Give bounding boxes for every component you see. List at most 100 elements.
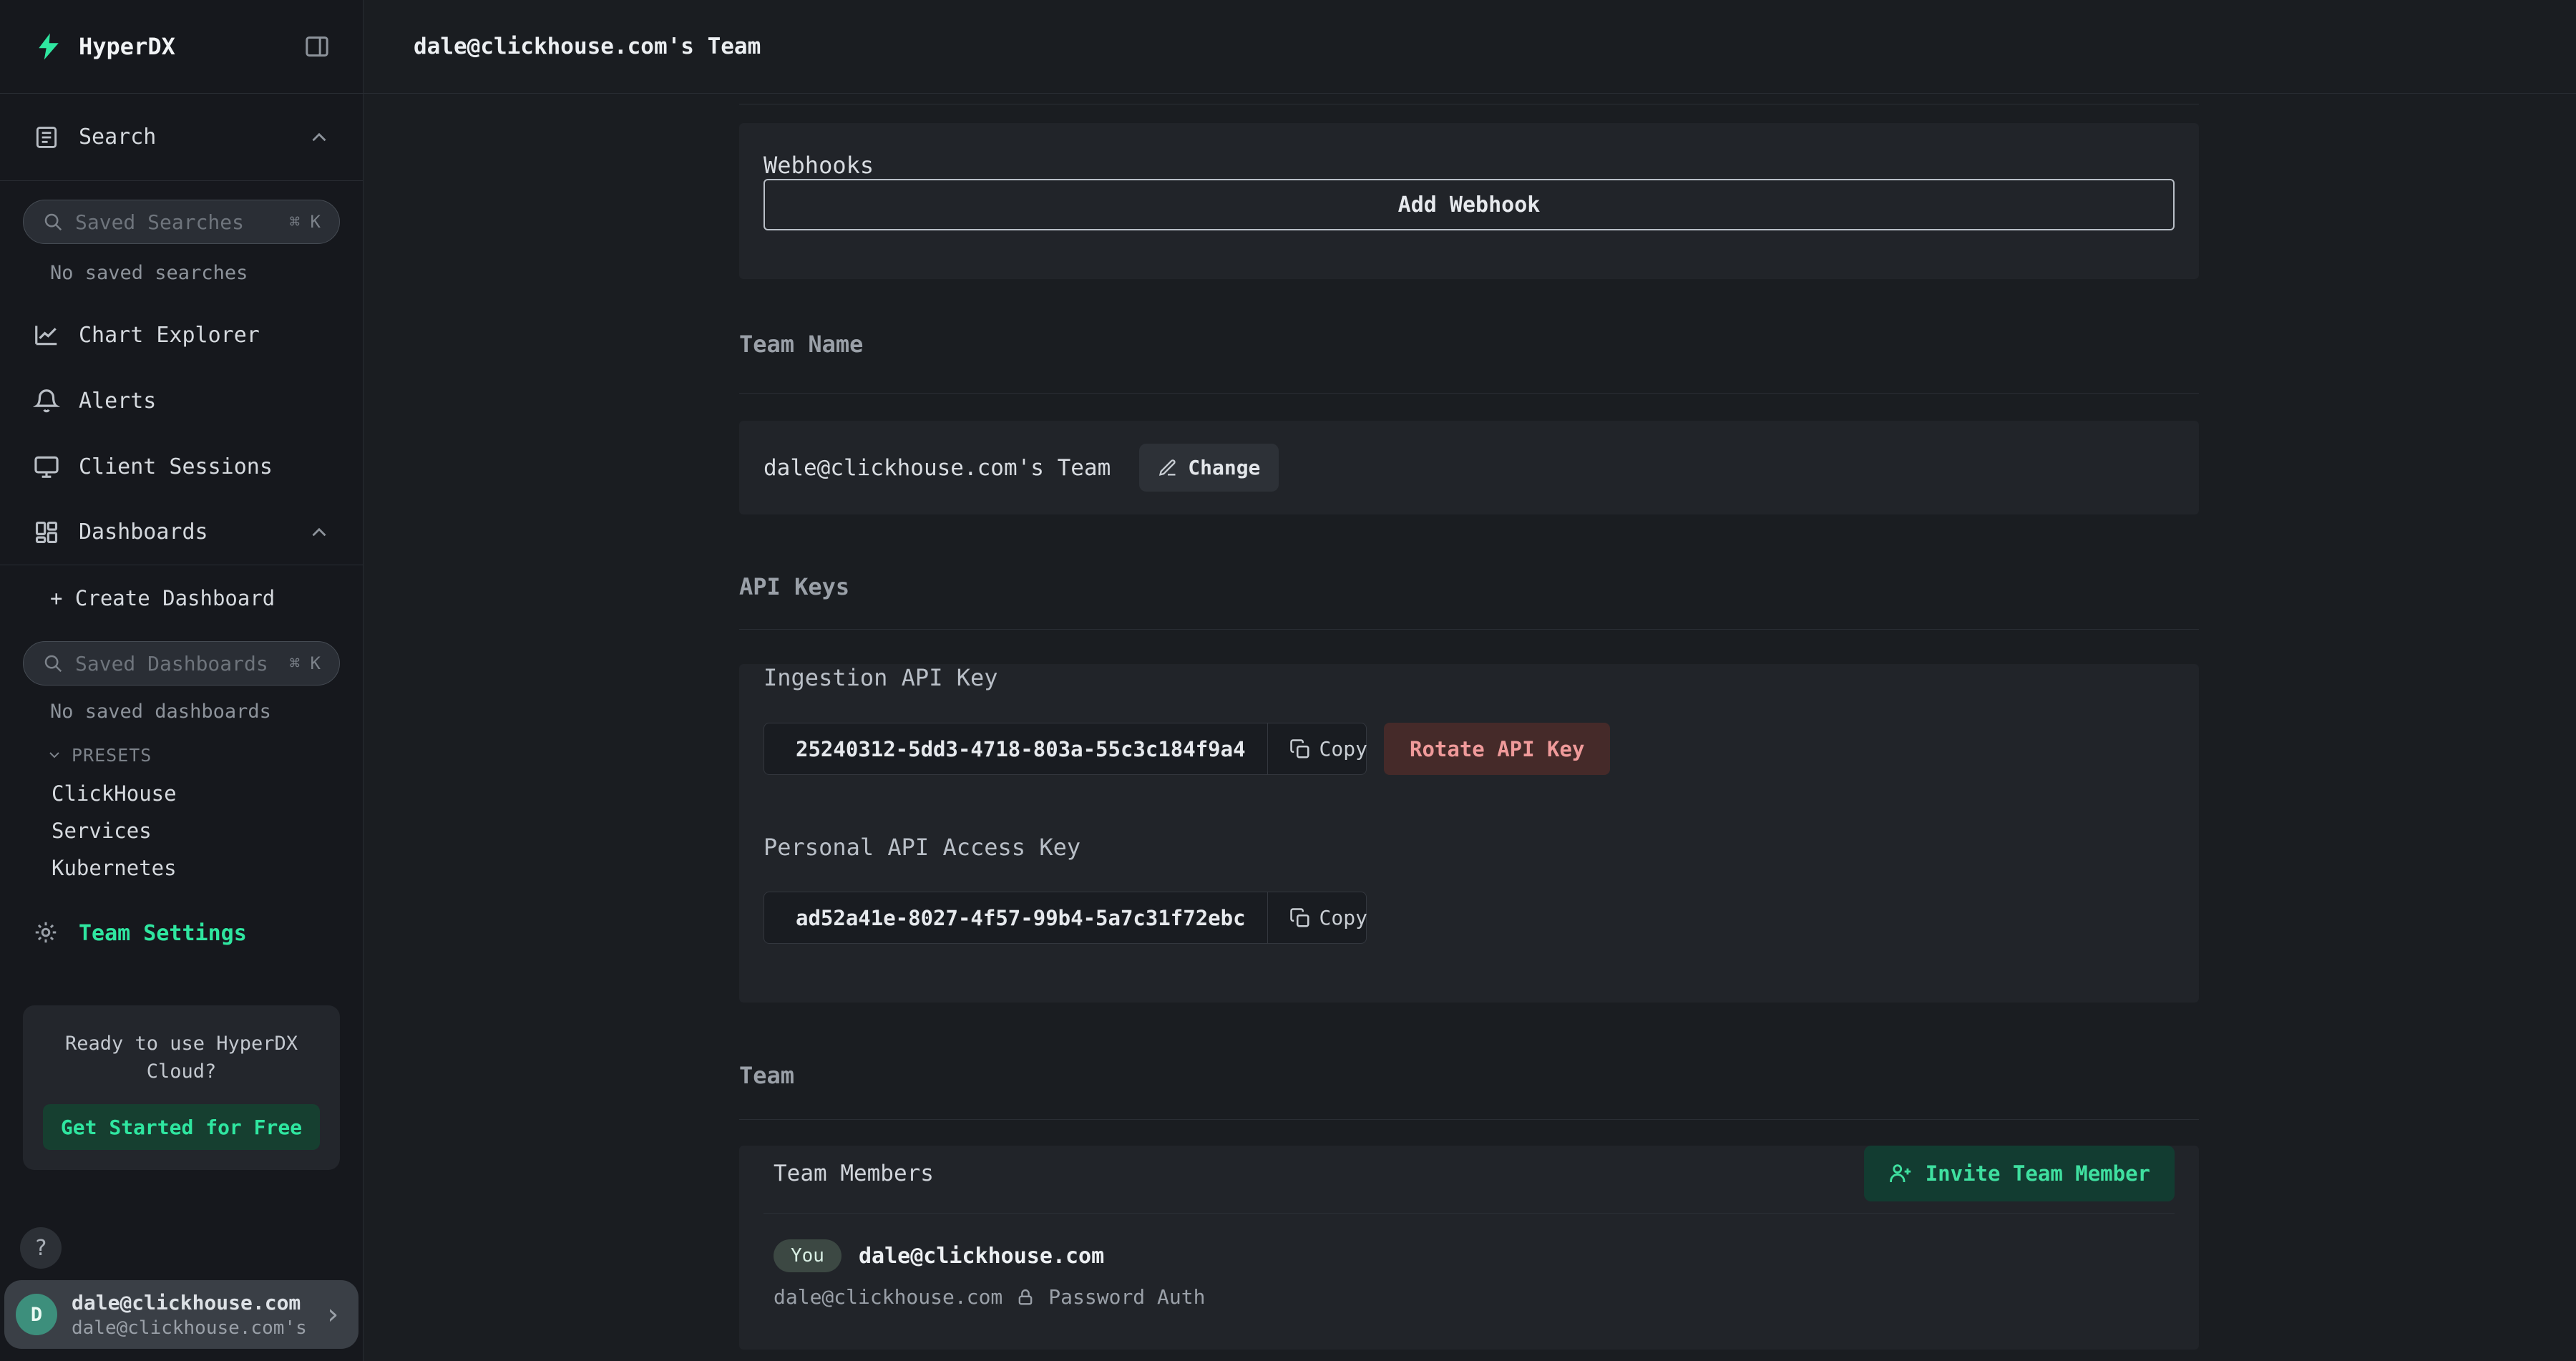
promo-text: Ready to use HyperDX Cloud? <box>43 1030 320 1086</box>
page-header: dale@clickhouse.com's Team <box>364 0 2576 94</box>
saved-searches-input[interactable]: ⌘ K <box>23 200 340 244</box>
presets-label: PRESETS <box>72 745 152 766</box>
main-area: dale@clickhouse.com's Team Webhooks Add … <box>364 0 2576 1361</box>
preset-item-clickhouse[interactable]: ClickHouse <box>0 775 363 812</box>
personal-key-value: ad52a41e-8027-4f57-99b4-5a7c31f72ebc <box>764 906 1267 930</box>
sidebar-item-label: Alerts <box>79 389 331 414</box>
invite-button-label: Invite Team Member <box>1926 1161 2150 1186</box>
help-button[interactable]: ? <box>20 1227 62 1269</box>
app-title: HyperDX <box>79 33 303 60</box>
gear-icon <box>33 919 60 947</box>
team-section-title: Team <box>739 1062 2199 1089</box>
saved-dashboards-input[interactable]: ⌘ K <box>23 641 340 686</box>
chevron-down-icon <box>46 746 63 764</box>
saved-dashboards-field[interactable] <box>75 652 290 675</box>
shortcut-badge: ⌘ K <box>290 212 321 232</box>
search-icon <box>42 211 64 233</box>
user-email: dale@clickhouse.com <box>72 1291 324 1314</box>
user-team-name: dale@clickhouse.com's <box>72 1317 324 1339</box>
sidebar-item-dashboards[interactable]: Dashboards <box>0 499 363 565</box>
search-section-label: Search <box>79 125 307 150</box>
lock-icon <box>1015 1287 1035 1307</box>
rotate-api-key-button[interactable]: Rotate API Key <box>1384 723 1610 775</box>
divider <box>739 1119 2199 1120</box>
user-info: dale@clickhouse.com dale@clickhouse.com'… <box>72 1291 324 1339</box>
sidebar-section-search[interactable]: Search <box>0 94 363 181</box>
user-plus-icon <box>1888 1161 1913 1186</box>
invite-team-member-button[interactable]: Invite Team Member <box>1864 1146 2175 1201</box>
sidebar-item-client-sessions[interactable]: Client Sessions <box>0 434 363 499</box>
no-saved-searches-text: No saved searches <box>50 261 363 286</box>
dashboard-grid-icon <box>33 519 60 546</box>
sidebar-spacer <box>0 1170 363 1227</box>
member-meta: dale@clickhouse.com Password Auth <box>763 1285 2175 1309</box>
clipboard-icon <box>1289 738 1311 760</box>
team-name-card: dale@clickhouse.com's Team Change <box>739 421 2199 514</box>
ingestion-key-row: 25240312-5dd3-4718-803a-55c3c184f9a4 Cop… <box>763 723 2175 775</box>
member-list: You dale@clickhouse.com dale@clickhouse.… <box>763 1213 2175 1309</box>
team-members-title: Team Members <box>774 1161 934 1186</box>
personal-key-label: Personal API Access Key <box>763 834 2175 861</box>
shortcut-badge: ⌘ K <box>290 653 321 673</box>
team-name-section-title: Team Name <box>739 331 2199 358</box>
pencil-icon <box>1158 458 1178 478</box>
ingestion-key-value: 25240312-5dd3-4718-803a-55c3c184f9a4 <box>764 737 1267 761</box>
avatar: D <box>16 1294 57 1335</box>
member-email: dale@clickhouse.com <box>774 1285 1002 1309</box>
sidebar-item-alerts[interactable]: Alerts <box>0 368 363 434</box>
ingestion-key-label: Ingestion API Key <box>763 664 2175 691</box>
chart-icon <box>33 321 60 348</box>
user-menu[interactable]: D dale@clickhouse.com dale@clickhouse.co… <box>4 1280 358 1349</box>
personal-key-row: ad52a41e-8027-4f57-99b4-5a7c31f72ebc Cop… <box>763 892 2175 944</box>
member-auth-method: Password Auth <box>1048 1285 1205 1309</box>
settings-content: Webhooks Add Webhook Team Name dale@clic… <box>364 104 2199 1350</box>
monitor-icon <box>33 453 60 480</box>
hyperdx-team-settings-page: { "app": { "accent_green": "#2fe6a0", "d… <box>0 0 2576 1361</box>
ingestion-key-box: 25240312-5dd3-4718-803a-55c3c184f9a4 Cop… <box>763 723 1367 775</box>
chevron-up-icon <box>307 520 331 545</box>
api-keys-card: Ingestion API Key 25240312-5dd3-4718-803… <box>739 664 2199 1003</box>
presets-toggle[interactable]: PRESETS <box>46 744 363 766</box>
copy-ingestion-key-button[interactable]: Copy <box>1267 723 1389 774</box>
webhooks-title: Webhooks <box>763 123 2175 179</box>
create-dashboard-button[interactable]: + Create Dashboard <box>0 565 363 631</box>
sidebar-item-label: Dashboards <box>79 519 307 545</box>
copy-label: Copy <box>1319 737 1367 761</box>
search-section-icon <box>33 124 60 151</box>
personal-key-box: ad52a41e-8027-4f57-99b4-5a7c31f72ebc Cop… <box>763 892 1367 944</box>
logo-row: HyperDX <box>0 0 363 94</box>
copy-personal-key-button[interactable]: Copy <box>1267 892 1389 943</box>
no-saved-dashboards-text: No saved dashboards <box>50 700 363 724</box>
member-row: You dale@clickhouse.com dale@clickhouse.… <box>763 1239 2175 1309</box>
preset-item-services[interactable]: Services <box>0 812 363 849</box>
api-keys-section-title: API Keys <box>739 573 2199 600</box>
preset-item-kubernetes[interactable]: Kubernetes <box>0 849 363 887</box>
get-started-button[interactable]: Get Started for Free <box>43 1104 320 1150</box>
sidebar-item-team-settings[interactable]: Team Settings <box>0 900 363 966</box>
collapse-sidebar-icon[interactable] <box>303 32 331 61</box>
webhooks-card: Webhooks Add Webhook <box>739 123 2199 279</box>
clipboard-icon <box>1289 907 1311 929</box>
chevron-up-icon <box>307 125 331 150</box>
team-members-card: Team Members Invite Team Member You dale… <box>739 1146 2199 1350</box>
sidebar-item-chart-explorer[interactable]: Chart Explorer <box>0 302 363 368</box>
sidebar-item-label: Chart Explorer <box>79 323 331 348</box>
hyperdx-logo-icon <box>33 31 64 62</box>
member-identity: You dale@clickhouse.com <box>763 1239 2175 1272</box>
add-webhook-button[interactable]: Add Webhook <box>763 179 2175 230</box>
change-team-name-button[interactable]: Change <box>1139 444 1279 492</box>
search-icon <box>42 653 64 674</box>
change-button-label: Change <box>1188 456 1260 479</box>
member-name: dale@clickhouse.com <box>859 1244 1104 1269</box>
sidebar-item-label: Client Sessions <box>79 454 331 479</box>
divider <box>739 393 2199 394</box>
sidebar: HyperDX Search ⌘ K No saved searches Cha… <box>0 0 364 1361</box>
saved-searches-field[interactable] <box>75 210 290 234</box>
copy-label: Copy <box>1319 906 1367 930</box>
team-members-header: Team Members Invite Team Member <box>763 1146 2175 1201</box>
you-badge: You <box>774 1239 841 1272</box>
team-settings-label: Team Settings <box>79 921 247 946</box>
page-title: dale@clickhouse.com's Team <box>414 34 761 59</box>
bell-icon <box>33 387 60 414</box>
preset-list: ClickHouse Services Kubernetes <box>0 775 363 887</box>
